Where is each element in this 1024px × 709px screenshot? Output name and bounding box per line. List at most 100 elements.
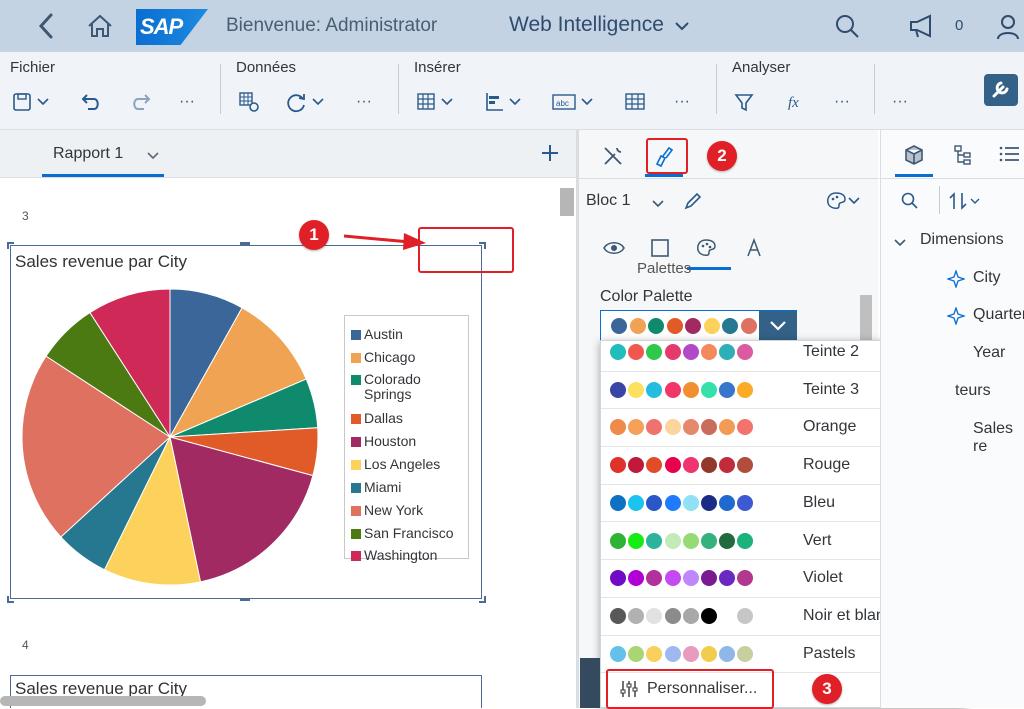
- sap-logo[interactable]: SAP: [136, 9, 208, 45]
- chevron-down-icon[interactable]: [651, 196, 665, 214]
- palette-dot: [682, 570, 699, 587]
- resize-handle[interactable]: [7, 242, 14, 249]
- palette-dot: [628, 607, 645, 624]
- palette-option-label: Bleu: [803, 493, 836, 511]
- wrench-icon: [992, 81, 1009, 98]
- active-tab-underline: [895, 174, 933, 177]
- palette-menu-icon[interactable]: [825, 190, 861, 217]
- formula-icon[interactable]: fx: [786, 90, 808, 114]
- indicators-label[interactable]: teurs: [955, 382, 991, 400]
- data-settings-icon[interactable]: [238, 90, 260, 114]
- more-icon[interactable]: ···: [356, 90, 372, 114]
- resize-handle[interactable]: [240, 242, 250, 245]
- palette-dot: [610, 344, 626, 360]
- text-cell-icon[interactable]: abc: [552, 90, 598, 114]
- cross-table-icon[interactable]: [624, 90, 646, 114]
- legend-label: Dallas: [364, 410, 403, 426]
- shell-bar: SAP Bienvenue: Administrator Web Intelli…: [0, 0, 1024, 52]
- palette-dot: [701, 381, 717, 398]
- legend-swatch: [351, 551, 361, 561]
- report-tab-bar: Rapport 1: [0, 130, 576, 178]
- legend-swatch: [351, 529, 361, 539]
- redo-icon[interactable]: [130, 90, 152, 114]
- tab-rapport-1[interactable]: Rapport 1: [53, 145, 123, 163]
- back-icon[interactable]: [36, 12, 56, 45]
- vertical-scrollbar[interactable]: [560, 188, 574, 216]
- bar-chart-icon[interactable]: [484, 90, 526, 114]
- undo-icon[interactable]: [80, 90, 102, 114]
- palette-dot: [701, 645, 717, 662]
- chart-block[interactable]: Sales revenue par City Austin Chicago Colo…: [10, 245, 482, 599]
- section-header[interactable]: Palettes: [637, 260, 691, 277]
- legend-label: Los Angeles: [364, 456, 441, 472]
- palette-option-label: Violet: [803, 569, 843, 587]
- resize-handle[interactable]: [240, 598, 250, 601]
- build-tools-icon[interactable]: [601, 144, 625, 173]
- user-icon[interactable]: [996, 13, 1024, 46]
- objects-cube-icon[interactable]: [903, 144, 925, 171]
- resize-handle[interactable]: [7, 596, 14, 603]
- more-icon[interactable]: ···: [179, 90, 195, 114]
- tree-icon[interactable]: [953, 144, 973, 171]
- chevron-down-icon[interactable]: [893, 235, 907, 253]
- more-icon[interactable]: ···: [674, 90, 690, 114]
- palette-dot: [701, 344, 717, 360]
- resize-handle[interactable]: [479, 596, 486, 603]
- palette-dot: [646, 570, 663, 587]
- app-title[interactable]: Web Intelligence: [509, 13, 664, 37]
- table-icon[interactable]: [416, 90, 458, 114]
- visibility-eye-icon[interactable]: [603, 240, 625, 261]
- palette-dot: [610, 607, 626, 624]
- palette-dot: [646, 532, 663, 549]
- palette-dot: [646, 344, 663, 360]
- palette-dot: [628, 457, 645, 474]
- refresh-icon[interactable]: [286, 90, 330, 114]
- legend-label: Austin: [364, 326, 403, 342]
- megaphone-icon[interactable]: [908, 13, 938, 44]
- search-icon[interactable]: [834, 13, 860, 44]
- legend-label: Houston: [364, 433, 417, 449]
- chevron-down-icon[interactable]: [674, 19, 690, 37]
- dimension-icon: [945, 305, 967, 330]
- add-report-icon[interactable]: [539, 142, 561, 169]
- dimensions-label[interactable]: Dimensions: [920, 231, 1004, 249]
- sort-icon[interactable]: [949, 191, 987, 216]
- legend-label: Washington: [364, 547, 438, 563]
- palette-dot: [648, 318, 664, 334]
- text-format-icon[interactable]: [745, 237, 763, 263]
- block-selector[interactable]: Bloc 1: [586, 192, 630, 210]
- horizontal-scrollbar[interactable]: [0, 696, 206, 706]
- dimension-item-city[interactable]: City: [973, 269, 1001, 287]
- palette-dot: [666, 318, 683, 334]
- design-mode-button[interactable]: [984, 74, 1018, 106]
- annotation-badge: 2: [707, 141, 737, 171]
- palette-dot: [719, 457, 736, 474]
- save-icon[interactable]: [12, 90, 52, 114]
- more-icon[interactable]: ···: [892, 90, 908, 114]
- list-icon[interactable]: [999, 145, 1021, 168]
- palette-icon[interactable]: [695, 238, 717, 263]
- home-icon[interactable]: [86, 13, 114, 44]
- border-square-icon[interactable]: [651, 239, 669, 262]
- palette-dot: [719, 607, 736, 624]
- edit-icon[interactable]: [683, 191, 703, 216]
- welcome-text: Bienvenue: Administrator: [226, 15, 438, 36]
- palette-option-label: Vert: [803, 531, 832, 549]
- measure-item-sales[interactable]: Sales re: [973, 420, 1024, 456]
- legend-swatch: [351, 330, 361, 340]
- active-tab-underline: [42, 174, 164, 177]
- dimension-item-year[interactable]: Year: [973, 344, 1005, 362]
- chevron-down-icon[interactable]: [146, 148, 160, 166]
- palette-dot: [719, 532, 736, 549]
- active-tab-underline: [645, 174, 683, 177]
- palette-dot: [664, 607, 681, 624]
- palette-dot: [719, 645, 736, 662]
- palette-dot: [628, 532, 645, 549]
- palette-dot: [646, 419, 663, 436]
- search-icon[interactable]: [901, 192, 919, 215]
- notification-count: 0: [955, 17, 964, 34]
- filter-icon[interactable]: [734, 90, 754, 114]
- more-icon[interactable]: ···: [834, 90, 850, 114]
- palette-option-label: Pastels: [803, 644, 856, 662]
- dimension-item-quarter[interactable]: Quarter: [973, 306, 1024, 324]
